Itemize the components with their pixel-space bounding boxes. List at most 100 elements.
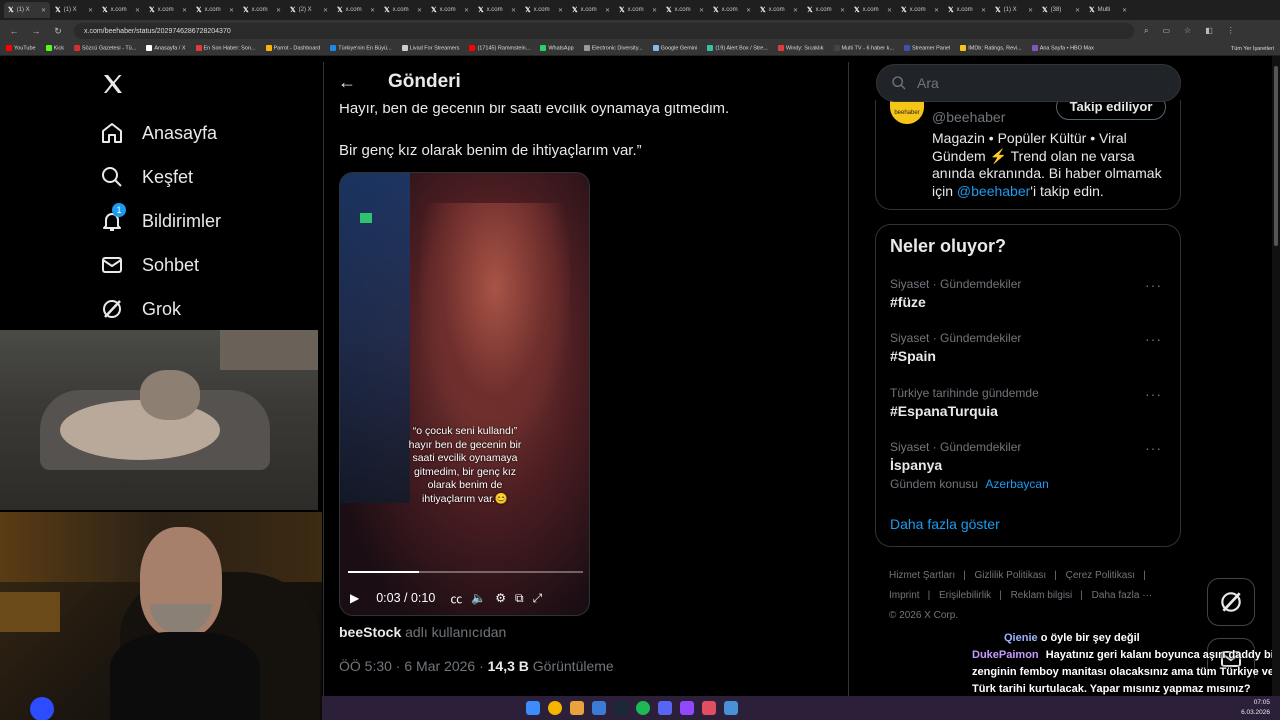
zoom-icon[interactable]: ⌕	[1144, 26, 1148, 36]
browser-tab[interactable]: 𝕏x.com ✕	[98, 2, 144, 18]
nav-item-messages[interactable]: Sohbet	[100, 253, 199, 277]
more-options-icon[interactable]: ···	[1145, 440, 1162, 456]
url-input[interactable]: x.com/beehaber/status/202974628672820437…	[74, 23, 1134, 39]
post-timestamp[interactable]: ÖÖ 5:30 · 6 Mar 2026 ·	[339, 658, 488, 674]
reload-icon[interactable]: ↻	[52, 26, 64, 37]
bookmark-item[interactable]: Windy: Sıcaklık	[777, 45, 824, 52]
close-tab-icon[interactable]: ✕	[793, 7, 798, 14]
browser-tab[interactable]: 𝕏x.com ✕	[756, 2, 802, 18]
browser-tab[interactable]: 𝕏 (1) X ✕	[991, 2, 1037, 18]
footer-link[interactable]: Reklam bilgisi	[1011, 590, 1073, 601]
browser-tab[interactable]: 𝕏x.com ✕	[239, 2, 285, 18]
fullscreen-icon[interactable]: ⤢	[533, 591, 543, 606]
spotify-icon[interactable]	[636, 701, 650, 715]
bookmark-item[interactable]: Electronic Diversity...	[583, 45, 643, 52]
more-options-icon[interactable]: ···	[1145, 331, 1162, 347]
captions-icon[interactable]: ㏄	[450, 590, 462, 607]
extensions-icon[interactable]: ◧	[1205, 26, 1213, 36]
close-tab-icon[interactable]: ✕	[511, 7, 516, 14]
trend-item[interactable]: Türkiye tarihinde gündemde #EspanaTurqui…	[890, 386, 1170, 419]
close-tab-icon[interactable]: ✕	[840, 7, 845, 14]
bookmark-item[interactable]: En Son Haber: Son...	[195, 45, 256, 52]
close-tab-icon[interactable]: ✕	[276, 7, 281, 14]
close-tab-icon[interactable]: ✕	[605, 7, 610, 14]
close-tab-icon[interactable]: ✕	[464, 7, 469, 14]
attribution-user[interactable]: beeStock	[339, 624, 401, 640]
close-tab-icon[interactable]: ✕	[699, 7, 704, 14]
bookmark-item[interactable]: (19) Alert Box / Stre...	[707, 45, 768, 52]
footer-link[interactable]: Daha fazla ···	[1092, 590, 1153, 601]
footer-link[interactable]: Çerez Politikası	[1066, 570, 1135, 581]
following-button[interactable]: Takip ediliyor	[1056, 100, 1166, 120]
bookmark-item[interactable]: YouTube	[6, 45, 36, 52]
trend-topic-link[interactable]: Azerbaycan	[985, 477, 1048, 491]
menu-icon[interactable]: ⋮	[1227, 26, 1235, 36]
bio-mention[interactable]: @beehaber	[957, 183, 1030, 199]
app-icon[interactable]	[702, 701, 716, 715]
bookmark-item[interactable]: (17145) Rammstein...	[469, 45, 530, 52]
browser-tab[interactable]: 𝕏x.com ✕	[521, 2, 567, 18]
search-input[interactable]: Ara	[876, 64, 1181, 102]
chrome-icon[interactable]	[548, 701, 562, 715]
profile-handle[interactable]: @beehaber	[932, 109, 1005, 125]
close-tab-icon[interactable]: ✕	[887, 7, 892, 14]
system-tray-clock[interactable]: 07:05 6.03.2026	[1241, 698, 1270, 718]
video-player[interactable]: “o çocuk seni kullandı” hayır ben de gec…	[339, 172, 590, 616]
trend-item[interactable]: Siyaset · Gündemdekiler #Spain ···	[890, 331, 1170, 364]
bookmark-item[interactable]: IMDb: Ratings, Revi...	[960, 45, 1022, 52]
trend-item[interactable]: Siyaset · Gündemdekiler İspanya Gündem k…	[890, 440, 1170, 491]
browser-tab[interactable]: 𝕏x.com ✕	[803, 2, 849, 18]
close-tab-icon[interactable]: ✕	[1075, 7, 1080, 14]
browser-tab[interactable]: 𝕏x.com ✕	[333, 2, 379, 18]
close-tab-icon[interactable]: ✕	[323, 7, 328, 14]
bookmark-item[interactable]: Livad For Streamers	[401, 45, 459, 52]
close-tab-icon[interactable]: ✕	[652, 7, 657, 14]
browser-tab[interactable]: 𝕏 (38) ✕	[1038, 2, 1084, 18]
close-tab-icon[interactable]: ✕	[558, 7, 563, 14]
browser-tab[interactable]: 𝕏x.com ✕	[474, 2, 520, 18]
bookmark-item[interactable]: Kick	[45, 45, 64, 52]
grok-fab-button[interactable]	[1207, 578, 1255, 626]
close-tab-icon[interactable]: ✕	[1028, 7, 1033, 14]
back-arrow-icon[interactable]: ←	[338, 72, 356, 93]
browser-tab[interactable]: 𝕏x.com ✕	[850, 2, 896, 18]
more-options-icon[interactable]: ···	[1145, 386, 1162, 402]
more-options-icon[interactable]: ···	[1145, 277, 1162, 293]
page-scrollbar[interactable]	[1272, 56, 1280, 696]
footer-link[interactable]: Imprint	[889, 590, 920, 601]
browser-tab[interactable]: 𝕏x.com ✕	[944, 2, 990, 18]
discord-icon[interactable]	[658, 701, 672, 715]
cast-icon[interactable]: ▭	[1162, 26, 1170, 36]
bookmark-item[interactable]: WhatsApp	[540, 45, 574, 52]
bookmark-item[interactable]: Multi TV - 6 haber k...	[833, 45, 894, 52]
nav-item-grok[interactable]: Grok	[100, 297, 181, 321]
close-tab-icon[interactable]: ✕	[981, 7, 986, 14]
pip-icon[interactable]: ⧉	[515, 591, 524, 606]
app-icon[interactable]	[592, 701, 606, 715]
browser-tab[interactable]: 𝕏 (1) X ✕	[4, 2, 50, 18]
browser-tab[interactable]: 𝕏 (1) X ✕	[51, 2, 97, 18]
scrollbar-thumb[interactable]	[1274, 66, 1278, 246]
nav-item-home[interactable]: Anasayfa	[100, 121, 217, 145]
browser-tab[interactable]: 𝕏 Multi ✕	[1085, 2, 1131, 18]
close-tab-icon[interactable]: ✕	[934, 7, 939, 14]
trend-item[interactable]: Siyaset · Gündemdekiler #füze ···	[890, 277, 1170, 310]
close-tab-icon[interactable]: ✕	[41, 7, 46, 14]
browser-tab[interactable]: 𝕏 (2) X ✕	[286, 2, 332, 18]
settings-gear-icon[interactable]: ⚙	[495, 591, 506, 605]
browser-tab[interactable]: 𝕏x.com ✕	[427, 2, 473, 18]
video-progress-bar[interactable]	[348, 571, 583, 573]
browser-tab[interactable]: 𝕏x.com ✕	[568, 2, 614, 18]
nav-item-notifications[interactable]: 1 Bildirimler	[100, 203, 221, 233]
close-tab-icon[interactable]: ✕	[1122, 7, 1127, 14]
browser-tab[interactable]: 𝕏x.com ✕	[662, 2, 708, 18]
browser-tab[interactable]: 𝕏x.com ✕	[192, 2, 238, 18]
avatar[interactable]: beehaber	[890, 100, 924, 124]
play-icon[interactable]: ▶	[350, 591, 359, 605]
bookmark-item[interactable]: Sözcü Gazetesi - Tü...	[74, 45, 136, 52]
steam-icon[interactable]	[614, 701, 628, 715]
browser-tab[interactable]: 𝕏x.com ✕	[897, 2, 943, 18]
close-tab-icon[interactable]: ✕	[135, 7, 140, 14]
show-more-link[interactable]: Daha fazla göster	[890, 516, 1000, 532]
x-logo-icon[interactable]	[101, 72, 125, 101]
